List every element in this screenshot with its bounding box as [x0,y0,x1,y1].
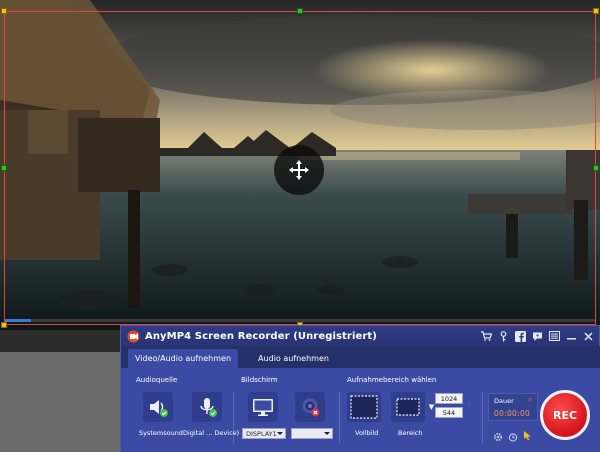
duration-value: 00:00:00 [494,409,531,418]
webcam-toggle[interactable] [295,392,325,422]
region-width-input[interactable]: 1024 [435,393,463,404]
menu-icon[interactable] [548,330,561,343]
chevron-down-icon [324,432,330,435]
webcam-off-icon [302,398,320,417]
custom-region-label: Bereich [398,429,423,437]
title-bar-tools [480,330,599,343]
tab-video-audio[interactable]: Video/Audio aufnehmen [128,349,238,368]
cursor-icon[interactable] [523,426,532,445]
recorder-window: AnyMP4 Screen Recorder (Unregistriert) V… [120,325,600,452]
duration-box: Dauer × 00:00:00 [488,393,538,421]
screen-capture-toggle[interactable] [248,392,278,422]
capture-progress-fill [4,319,31,322]
tab-bar: Video/Audio aufnehmen Audio aufnehmen [121,346,600,368]
duration-label: Dauer [494,397,514,405]
fullscreen-button[interactable] [347,392,381,422]
facebook-icon[interactable] [514,330,527,343]
app-logo-icon [127,330,140,342]
resize-handle-top-right[interactable] [593,8,599,14]
recorder-panel: Audioquelle Bildschirm Aufnahmebereich w… [121,368,600,452]
minimize-button[interactable] [565,330,578,343]
record-button[interactable]: REC [540,390,590,440]
minimize-icon [567,337,576,339]
app-title: AnyMP4 Screen Recorder (Unregistriert) [145,330,377,342]
chevron-down-icon [277,432,283,435]
display-select-value: DISPLAY1 [246,429,277,438]
region-icon [396,398,420,416]
resize-handle-left[interactable] [1,165,7,171]
resize-handle-bottom-left[interactable] [1,322,7,328]
section-label-screen: Bildschirm [241,376,278,384]
close-button[interactable] [582,330,595,343]
section-label-audio: Audioquelle [136,376,178,384]
system-sound-toggle[interactable] [143,392,173,422]
link-dimensions-icon[interactable]: ⋮ [466,401,472,408]
microphone-toggle[interactable] [192,392,222,422]
move-region-handle[interactable] [274,145,324,195]
monitor-icon [253,399,273,416]
speaker-icon [150,400,168,417]
close-icon [584,331,593,341]
close-icon[interactable]: × [527,396,533,404]
gear-icon[interactable] [493,427,503,446]
resize-handle-top[interactable] [297,8,303,14]
fullscreen-label: Vollbild [355,429,379,437]
webcam-select[interactable] [291,428,333,439]
key-icon[interactable] [497,330,510,343]
custom-region-button[interactable] [391,392,425,422]
microphone-label: Digital ... Device) [183,429,240,437]
alarm-clock-icon[interactable] [508,427,518,446]
divider [482,392,483,444]
title-bar[interactable]: AnyMP4 Screen Recorder (Unregistriert) [121,326,599,346]
move-icon [289,160,309,180]
feedback-icon[interactable] [531,330,544,343]
resize-handle-top-left[interactable] [1,8,7,14]
section-label-area: Aufnahmebereich wählen [347,376,437,384]
desktop: AnyMP4 Screen Recorder (Unregistriert) V… [0,0,600,452]
fullscreen-icon [350,395,378,419]
microphone-icon [200,398,217,417]
divider [339,392,340,444]
resize-handle-right[interactable] [593,165,599,171]
cart-icon[interactable] [480,330,493,343]
display-select[interactable]: DISPLAY1 [242,428,286,439]
region-height-input[interactable]: 544 [435,407,463,418]
system-sound-label: Systemsound [139,429,183,437]
tab-audio[interactable]: Audio aufnehmen [246,349,341,368]
